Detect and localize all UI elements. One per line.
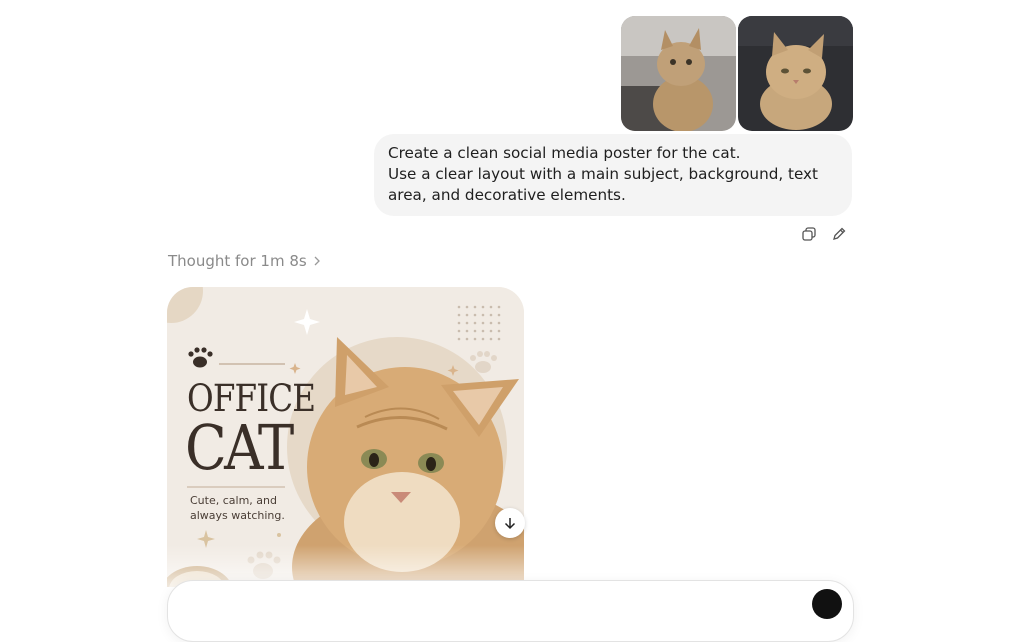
arrow-down-icon	[504, 518, 516, 530]
attachment-thumbnail-1[interactable]	[621, 16, 736, 131]
thought-label: Thought for 1m 8s	[168, 252, 307, 270]
cat-photo-1-image	[621, 16, 736, 131]
message-actions	[800, 225, 848, 243]
poster-title-line-2: CAT	[185, 411, 294, 484]
poster-tagline: Cute, calm, and always watching.	[190, 494, 285, 522]
edit-pencil-icon[interactable]	[830, 225, 848, 243]
user-message-line-2: Use a clear layout with a main subject, …	[388, 165, 818, 204]
send-button[interactable]	[812, 589, 842, 619]
thought-toggle[interactable]: Thought for 1m 8s	[168, 252, 321, 270]
attachment-thumbnail-2[interactable]	[738, 16, 853, 131]
copy-icon[interactable]	[800, 225, 818, 243]
message-composer[interactable]	[167, 580, 854, 642]
cat-photo-2-image	[738, 16, 853, 131]
user-message-bubble: Create a clean social media poster for t…	[374, 134, 852, 216]
download-button[interactable]	[495, 508, 525, 538]
chevron-right-icon	[314, 256, 320, 266]
generated-poster-image[interactable]: OFFICE CAT Cute, calm, and always watchi…	[167, 287, 524, 587]
user-message-line-1: Create a clean social media poster for t…	[388, 144, 741, 162]
